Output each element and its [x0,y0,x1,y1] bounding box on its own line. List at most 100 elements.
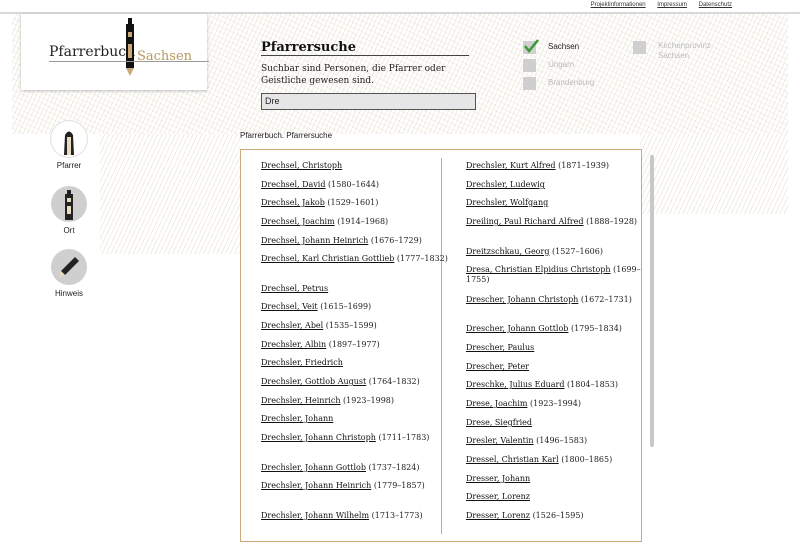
result-entry[interactable]: Drechsel, Joachim (1914–1968) [261,217,451,227]
tower-icon [65,190,73,220]
result-name-link[interactable]: Drechsler, Johann Wilhelm [261,511,369,520]
result-name-link[interactable]: Drechsler, Gottlob August [261,377,366,386]
nav-hinweis[interactable]: Hinweis [49,249,89,298]
privacy-link[interactable]: Datenschutz [699,2,732,8]
result-name-link[interactable]: Drechsler, Wolfgang [466,198,548,207]
result-name-link[interactable]: Drechsler, Abel [261,321,323,330]
result-name-link[interactable]: Drechsler, Ludewig [466,180,545,189]
result-entry[interactable]: Drechsler, Albin (1897–1977) [261,340,451,350]
result-entry[interactable]: Drechsler, Abel (1535–1599) [261,321,451,331]
result-entry[interactable]: Drechsel, Petrus [261,284,451,294]
search-input[interactable]: Dre [261,93,476,110]
result-entry[interactable]: Drechsel, Johann Heinrich (1676–1729) [261,236,451,246]
result-dates: (1672–1731) [580,295,632,304]
result-dates: (1737–1824) [368,463,420,472]
nav-pfarrer[interactable]: Pfarrer [49,121,89,170]
result-entry[interactable]: Dressel, Christian Karl (1800–1865) [466,455,656,465]
result-entry[interactable]: Dresser, Lorenz [466,492,656,502]
result-name-link[interactable]: Drechsler, Friedrich [261,358,343,367]
result-name-link[interactable]: Drescher, Johann Gottlob [466,324,568,333]
result-name-link[interactable]: Drechsler, Johann Heinrich [261,481,371,490]
checkbox[interactable] [523,59,536,72]
result-entry[interactable]: Dreiling, Paul Richard Alfred (1888–1928… [466,217,656,227]
result-name-link[interactable]: Dresser, Lorenz [466,511,530,520]
background-pattern [100,134,240,254]
result-entry[interactable]: Drescher, Johann Gottlob (1795–1834) [466,324,656,334]
result-entry[interactable]: Drechsler, Johann Christoph (1711–1783) [261,433,451,443]
result-entry[interactable]: Drechsler, Ludewig [466,180,656,190]
result-entry[interactable]: Drescher, Peter [466,362,656,372]
result-dates: (1888–1928) [586,217,638,226]
result-name-link[interactable]: Drechsler, Heinrich [261,396,340,405]
result-name-link[interactable]: Drese, Siegfried [466,418,532,427]
result-name-link[interactable]: Dreschke, Julius Eduard [466,380,564,389]
result-entry[interactable]: Drechsler, Johann Wilhelm (1713–1773) [261,511,451,521]
result-name-link[interactable]: Drechsel, Karl Christian Gottlieb [261,254,394,263]
result-dates: (1914–1968) [337,217,389,226]
result-entry[interactable]: Drechsel, David (1580–1644) [261,180,451,190]
result-name-link[interactable]: Dreitzschkau, Georg [466,247,549,256]
result-entry[interactable]: Drechsler, Johann [261,414,451,424]
result-entry[interactable]: Drechsler, Kurt Alfred (1871–1939) [466,161,656,171]
result-name-link[interactable]: Dresser, Johann [466,474,530,483]
result-entry[interactable]: Drechsler, Friedrich [261,358,451,368]
result-entry[interactable]: Drescher, Paulus [466,343,656,353]
result-name-link[interactable]: Drechsel, Christoph [261,161,342,170]
result-entry[interactable]: Dreitzschkau, Georg (1527–1606) [466,247,656,257]
nav-ort[interactable]: Ort [49,186,89,235]
result-name-link[interactable]: Drechsel, Joachim [261,217,335,226]
impressum-link[interactable]: Impressum [657,2,687,8]
result-name-link[interactable]: Dreiling, Paul Richard Alfred [466,217,584,226]
result-entry[interactable]: Drechsel, Veit (1615–1699) [261,302,451,312]
result-name-link[interactable]: Drechsel, Veit [261,302,318,311]
scrollbar[interactable] [650,155,654,447]
result-dates: (1496–1583) [536,436,588,445]
result-name-link[interactable]: Drechsel, David [261,180,325,189]
result-dates: (1777–1832) [396,254,448,263]
result-name-link[interactable]: Dresa, Christian Elpidius Christoph [466,265,611,274]
result-name-link[interactable]: Drescher, Paulus [466,343,534,352]
pen-icon [59,257,79,277]
result-name-link[interactable]: Drescher, Johann Christoph [466,295,578,304]
result-entry[interactable]: Drese, Siegfried [466,418,656,428]
result-entry[interactable]: Drechsler, Heinrich (1923–1998) [261,396,451,406]
result-dates: (1580–1644) [328,180,379,189]
result-name-link[interactable]: Drechsler, Johann Gottlob [261,463,366,472]
result-entry[interactable]: Drechsel, Christoph [261,161,451,171]
result-entry[interactable]: Drechsel, Karl Christian Gottlieb (1777–… [261,254,451,264]
logo[interactable]: Pfarrerbuch Sachsen [21,14,209,90]
result-name-link[interactable]: Drechsler, Johann [261,414,333,423]
result-dates: (1795–1834) [570,324,622,333]
result-entry[interactable]: Dresser, Johann [466,474,656,484]
result-name-link[interactable]: Drechsel, Johann Heinrich [261,236,368,245]
result-entry[interactable]: Dresler, Valentin (1496–1583) [466,436,656,446]
result-entry[interactable]: Drese, Joachim (1923–1994) [466,399,656,409]
result-entry[interactable]: Dreschke, Julius Eduard (1804–1853) [466,380,656,390]
result-name-link[interactable]: Drechsel, Petrus [261,284,328,293]
result-name-link[interactable]: Drechsel, Jakob [261,198,325,207]
result-dates: (1615–1699) [320,302,372,311]
result-entry[interactable]: Drechsler, Gottlob August (1764–1832) [261,377,451,387]
result-name-link[interactable]: Drechsler, Albin [261,340,326,349]
result-dates: (1779–1857) [373,481,425,490]
checkbox[interactable] [523,77,536,90]
checkbox[interactable] [633,41,646,54]
result-entry[interactable]: Drechsler, Wolfgang [466,198,656,208]
result-entry[interactable]: Drechsel, Jakob (1529–1601) [261,198,451,208]
result-name-link[interactable]: Drescher, Peter [466,362,529,371]
filter-label: Sachsen [548,42,580,51]
filter-label: Brandenburg [548,78,595,87]
result-entry[interactable]: Drechsler, Johann Gottlob (1737–1824) [261,463,451,473]
result-name-link[interactable]: Drechsler, Kurt Alfred [466,161,556,170]
result-name-link[interactable]: Dresser, Lorenz [466,492,530,501]
project-info-link[interactable]: Projektinformationen [591,2,646,8]
result-name-link[interactable]: Dressel, Christian Karl [466,455,559,464]
result-entry[interactable]: Dresa, Christian Elpidius Christoph (169… [466,265,656,285]
result-entry[interactable]: Drescher, Johann Christoph (1672–1731) [466,295,656,305]
result-name-link[interactable]: Drese, Joachim [466,399,527,408]
result-entry[interactable]: Drechsler, Johann Heinrich (1779–1857) [261,481,451,491]
result-name-link[interactable]: Dresler, Valentin [466,436,534,445]
result-dates: (1923–1994) [530,399,581,408]
result-entry[interactable]: Dresser, Lorenz (1526–1595) [466,511,656,521]
result-name-link[interactable]: Drechsler, Johann Christoph [261,433,376,442]
